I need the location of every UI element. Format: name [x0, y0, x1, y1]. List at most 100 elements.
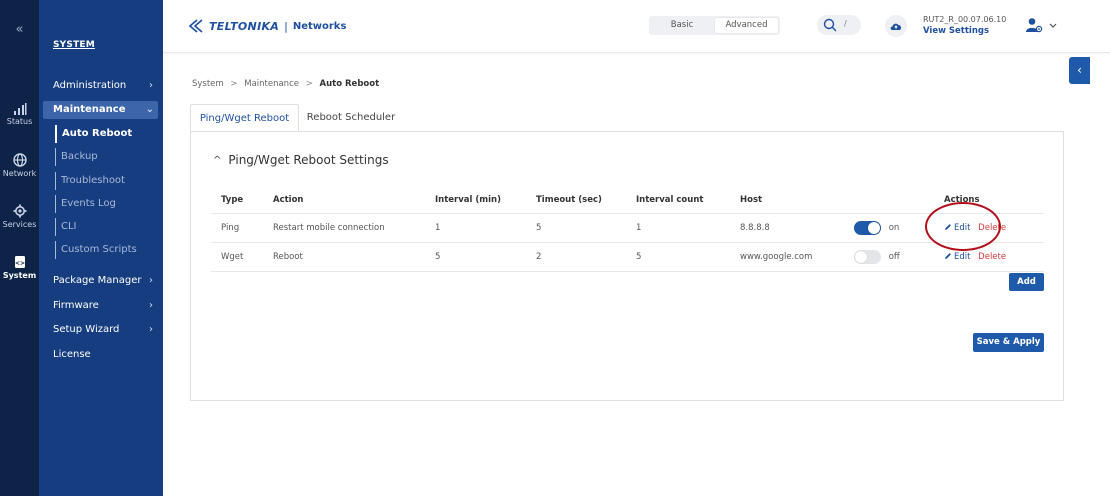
- pencil-icon: [945, 223, 951, 230]
- toggle-state-label: off: [888, 251, 900, 262]
- sidebar-item-label: Maintenance: [53, 104, 126, 115]
- search-button[interactable]: /: [817, 15, 861, 35]
- view-settings-link[interactable]: View Settings: [923, 26, 989, 36]
- double-chevron-left-icon[interactable]: «: [0, 22, 39, 37]
- table-row: Wget Reboot 5 2 5 www.google.com off Edi…: [211, 242, 1044, 272]
- user-menu-button[interactable]: [1023, 14, 1059, 36]
- rail-item-status[interactable]: Status: [0, 103, 39, 126]
- rail-item-label: Status: [6, 117, 33, 126]
- edit-label: Edit: [954, 222, 971, 233]
- column-header-actions: Actions: [934, 187, 1044, 214]
- column-header-type: Type: [211, 187, 263, 214]
- search-shortcut: /: [844, 19, 847, 28]
- save-apply-button[interactable]: Save & Apply: [973, 333, 1044, 352]
- toggle-state-label: on: [888, 222, 900, 233]
- cell-timeout: 2: [526, 242, 626, 272]
- sidebar-item-firmware[interactable]: Firmware ›: [53, 297, 157, 315]
- sidebar-item-label: Setup Wizard: [53, 324, 120, 335]
- breadcrumb-item[interactable]: System: [192, 79, 224, 89]
- breadcrumb-item[interactable]: Maintenance: [244, 79, 299, 89]
- top-header: TELTONIKA | Networks Basic Advanced / RU…: [163, 0, 1110, 53]
- cell-type: Ping: [211, 213, 263, 243]
- column-header-interval: Interval (min): [425, 187, 526, 214]
- sidebar: SYSTEM Administration › Maintenance ⌄ Au…: [39, 0, 163, 496]
- sidebar-subitem-cli[interactable]: CLI: [55, 218, 155, 236]
- toggle-knob: [868, 221, 880, 234]
- sidebar-item-administration[interactable]: Administration ›: [53, 77, 157, 95]
- sidebar-item-label: Package Manager: [53, 275, 142, 286]
- user-settings-icon: [1026, 18, 1043, 33]
- pencil-icon: [945, 252, 951, 259]
- sidebar-subitem-events-log[interactable]: Events Log: [55, 195, 155, 213]
- chevron-up-icon: ^: [213, 154, 222, 166]
- section-header[interactable]: ^ Ping/Wget Reboot Settings: [213, 153, 389, 167]
- sidebar-item-license[interactable]: License: [53, 346, 157, 364]
- sidebar-item-label: License: [53, 349, 91, 360]
- gear-icon: [13, 204, 26, 218]
- tab-reboot-scheduler[interactable]: Reboot Scheduler: [300, 104, 402, 132]
- teltonika-logo[interactable]: TELTONIKA | Networks: [189, 17, 346, 35]
- cell-interval: 5: [425, 242, 526, 272]
- toggle-knob: [855, 250, 867, 263]
- chevron-right-icon: ›: [149, 300, 153, 311]
- rail-item-label: Network: [2, 169, 37, 178]
- edit-button[interactable]: Edit: [944, 223, 973, 233]
- cell-enabled: on: [844, 213, 934, 243]
- sidebar-item-label: Administration: [53, 80, 127, 91]
- icon-rail: « Status Network Services <> System: [0, 0, 39, 496]
- sidebar-title: SYSTEM: [53, 40, 95, 50]
- rail-item-services[interactable]: Services: [0, 204, 39, 229]
- rules-table: Type Action Interval (min) Timeout (sec)…: [211, 187, 1044, 272]
- breadcrumb-current: Auto Reboot: [319, 79, 380, 89]
- cell-type: Wget: [211, 242, 263, 272]
- table-header-row: Type Action Interval (min) Timeout (sec)…: [211, 187, 1044, 214]
- sidebar-subitem-custom-scripts[interactable]: Custom Scripts: [55, 241, 155, 259]
- collapse-panel-button[interactable]: ‹: [1069, 57, 1090, 84]
- cell-action: Restart mobile connection: [263, 213, 425, 243]
- brand-name: TELTONIKA: [209, 19, 280, 33]
- sidebar-subitem-troubleshoot[interactable]: Troubleshoot: [55, 172, 155, 190]
- globe-icon: [12, 153, 27, 167]
- delete-button[interactable]: Delete: [978, 252, 1006, 262]
- sidebar-item-label: Firmware: [53, 300, 99, 311]
- chevron-right-icon: ›: [149, 80, 153, 91]
- cell-count: 1: [626, 213, 730, 243]
- sidebar-subitem-auto-reboot[interactable]: Auto Reboot: [55, 125, 155, 143]
- edit-button[interactable]: Edit: [944, 252, 973, 262]
- delete-button[interactable]: Delete: [978, 223, 1006, 233]
- sidebar-item-maintenance[interactable]: Maintenance ⌄: [43, 101, 158, 119]
- cloud-button[interactable]: [885, 15, 907, 37]
- product-name: Networks: [292, 20, 347, 32]
- tab-bar: Ping/Wget Reboot Reboot Scheduler: [190, 104, 1064, 132]
- cell-count: 5: [626, 242, 730, 272]
- mode-basic-button[interactable]: Basic: [651, 18, 713, 33]
- cloud-upload-icon: [890, 23, 902, 30]
- brand-separator: |: [284, 19, 288, 33]
- chevron-down-icon: ⌄: [145, 104, 154, 115]
- breadcrumb-separator: >: [230, 79, 238, 89]
- mode-advanced-button[interactable]: Advanced: [715, 18, 778, 33]
- column-header-action: Action: [263, 187, 425, 214]
- teltonika-chevron-icon: [189, 19, 203, 33]
- rail-item-system[interactable]: <> System: [0, 255, 39, 280]
- svg-text:<>: <>: [14, 260, 24, 267]
- sidebar-subitem-backup[interactable]: Backup: [55, 148, 155, 166]
- sidebar-item-setup-wizard[interactable]: Setup Wizard ›: [53, 321, 157, 339]
- cell-action: Reboot: [263, 242, 425, 272]
- search-icon: [823, 18, 837, 32]
- chevron-right-icon: ›: [149, 324, 153, 335]
- tab-ping-wget-reboot[interactable]: Ping/Wget Reboot: [190, 104, 299, 132]
- enable-toggle[interactable]: [854, 249, 881, 264]
- column-header-host: Host: [730, 187, 844, 214]
- rail-item-network[interactable]: Network: [0, 153, 39, 178]
- cell-host: www.google.com: [730, 242, 844, 272]
- code-file-icon: <>: [14, 256, 25, 268]
- sidebar-item-package-manager[interactable]: Package Manager ›: [53, 272, 157, 290]
- cell-host: 8.8.8.8: [730, 213, 844, 243]
- enable-toggle[interactable]: [854, 220, 881, 235]
- mode-toggle: Basic Advanced: [649, 16, 780, 35]
- cell-enabled: off: [844, 242, 934, 272]
- signal-bars-icon: [13, 103, 26, 115]
- edit-label: Edit: [954, 251, 971, 262]
- add-button[interactable]: Add: [1009, 273, 1044, 291]
